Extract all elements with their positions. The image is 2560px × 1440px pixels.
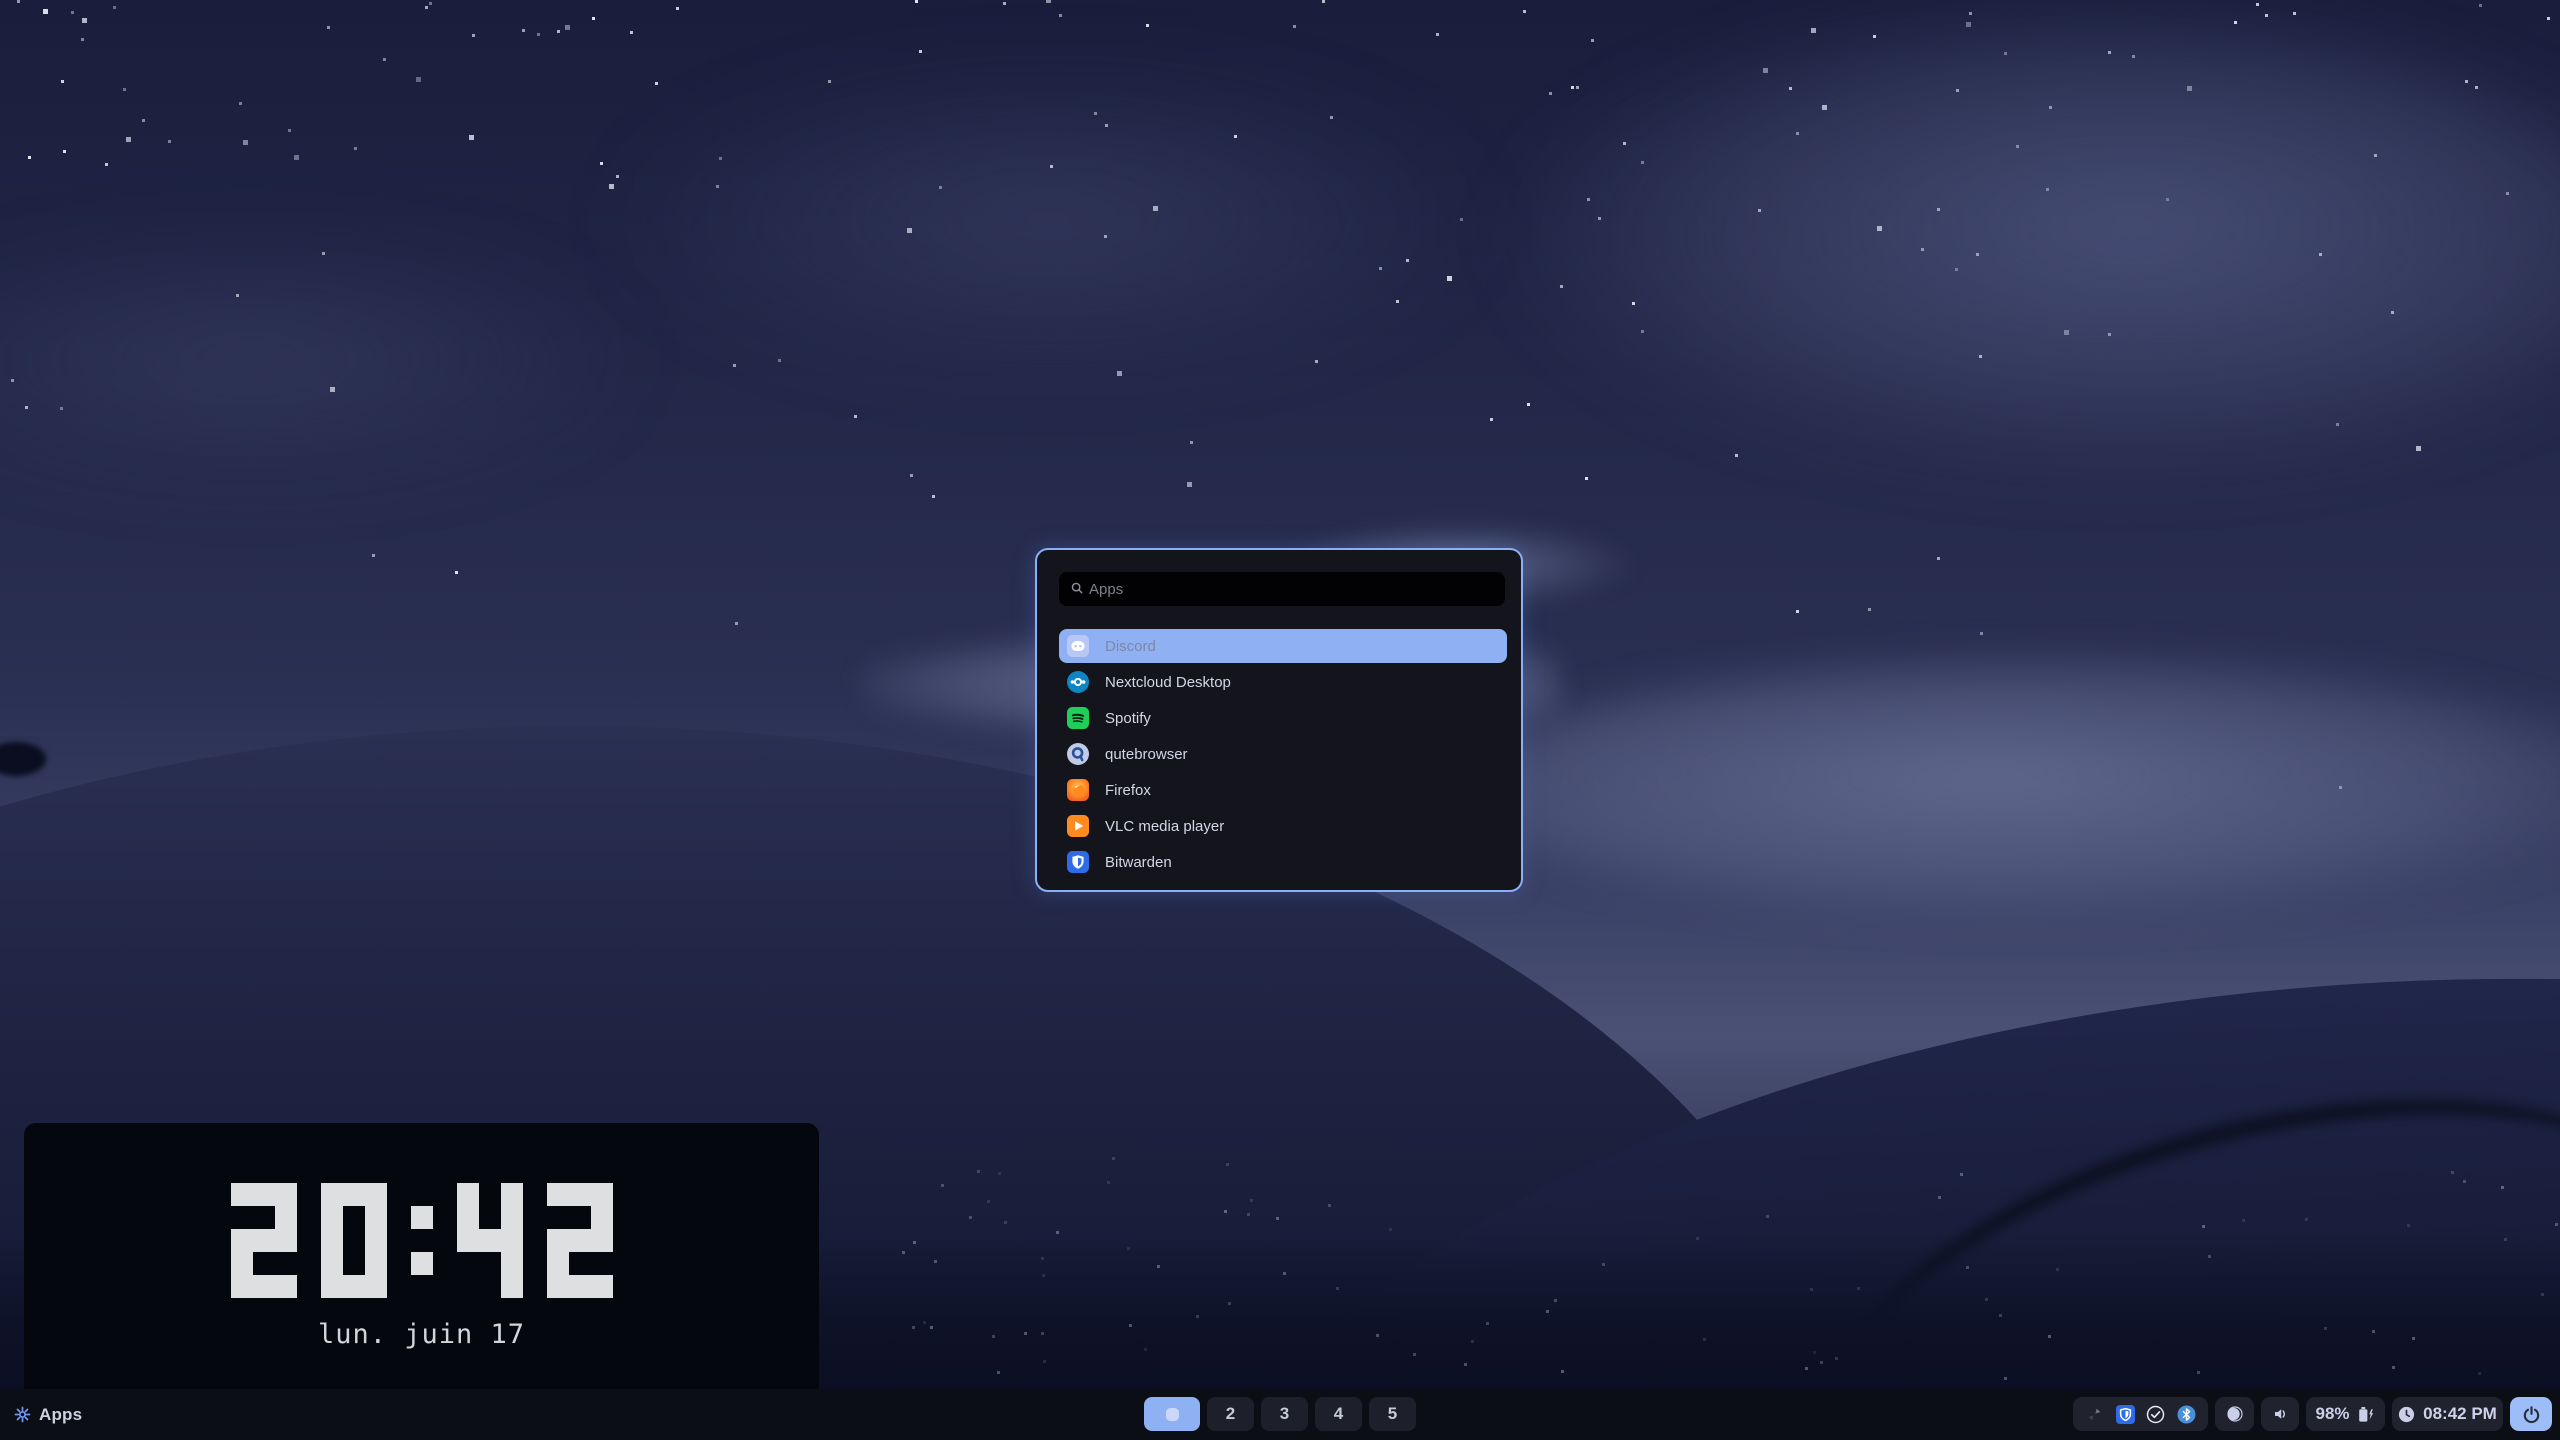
- launcher-item-spotify[interactable]: Spotify: [1059, 701, 1507, 735]
- app-label: qutebrowser: [1105, 746, 1188, 763]
- night-light-toggle[interactable]: [2215, 1397, 2254, 1431]
- sync-icon[interactable]: [2085, 1405, 2104, 1424]
- nextcloud-icon: [1067, 671, 1089, 693]
- apps-menu-button[interactable]: Apps: [14, 1389, 82, 1440]
- launcher-item-qutebrowser[interactable]: qutebrowser: [1059, 737, 1507, 771]
- workspace-label: 5: [1388, 1404, 1397, 1424]
- check-icon[interactable]: [2146, 1405, 2165, 1424]
- clock-time: [231, 1183, 613, 1298]
- app-label: Bitwarden: [1105, 854, 1172, 871]
- workspace-button-2[interactable]: 2: [1207, 1397, 1254, 1431]
- workspace-label: 2: [1226, 1404, 1235, 1424]
- app-list: Discord Nextcloud Desktop Spotify qutebrows…: [1059, 629, 1507, 881]
- app-label: Nextcloud Desktop: [1105, 674, 1231, 691]
- spotify-icon: [1067, 707, 1089, 729]
- search-input[interactable]: [1059, 572, 1505, 606]
- app-label: Firefox: [1105, 782, 1151, 799]
- workspace-label: 3: [1280, 1404, 1289, 1424]
- clock-digit: [457, 1183, 523, 1298]
- bitwarden-icon: [1067, 851, 1089, 873]
- clock-digit: [321, 1183, 387, 1298]
- workspace-active-indicator: [1166, 1408, 1179, 1421]
- workspace-button-4[interactable]: 4: [1315, 1397, 1362, 1431]
- workspace-button-5[interactable]: 5: [1369, 1397, 1416, 1431]
- launcher-item-firefox[interactable]: Firefox: [1059, 773, 1507, 807]
- bluetooth-icon[interactable]: [2177, 1405, 2196, 1424]
- clock-colon: [411, 1183, 433, 1298]
- bitwarden-tray-icon[interactable]: [2116, 1405, 2135, 1424]
- taskbar: Apps 2 3 4 5 98% 08:42 PM: [0, 1389, 2560, 1440]
- search-box[interactable]: [1059, 572, 1505, 606]
- discord-icon: [1067, 635, 1089, 657]
- taskbar-modules: 98% 08:42 PM: [2073, 1397, 2552, 1431]
- battery-percent: 98%: [2315, 1404, 2349, 1424]
- app-label: VLC media player: [1105, 818, 1224, 835]
- launcher-item-nextcloud-desktop[interactable]: Nextcloud Desktop: [1059, 665, 1507, 699]
- taskbar-time: 08:42 PM: [2423, 1404, 2497, 1424]
- battery-charging-icon: [2355, 1405, 2376, 1424]
- vlc-icon: [1067, 815, 1089, 837]
- desktop: Discord Nextcloud Desktop Spotify qutebrows…: [0, 0, 2560, 1440]
- clock-date: lun. juin 17: [318, 1319, 525, 1350]
- launcher-item-discord[interactable]: Discord: [1059, 629, 1507, 663]
- volume-icon: [2271, 1405, 2290, 1423]
- workspace-button-3[interactable]: 3: [1261, 1397, 1308, 1431]
- app-launcher: Discord Nextcloud Desktop Spotify qutebrows…: [1035, 548, 1523, 892]
- app-label: Discord: [1105, 638, 1156, 655]
- launcher-item-vlc-media-player[interactable]: VLC media player: [1059, 809, 1507, 843]
- moon-icon: [2225, 1405, 2244, 1423]
- volume-control[interactable]: [2261, 1397, 2299, 1431]
- clock-digit: [547, 1183, 613, 1298]
- power-icon: [2522, 1405, 2541, 1424]
- apps-menu-label: Apps: [39, 1405, 82, 1425]
- launcher-item-bitwarden[interactable]: Bitwarden: [1059, 845, 1507, 879]
- clock-module[interactable]: 08:42 PM: [2392, 1397, 2503, 1431]
- battery-indicator[interactable]: 98%: [2306, 1397, 2385, 1431]
- apps-menu-icon: [14, 1406, 31, 1423]
- workspace-switcher: 2 3 4 5: [1144, 1397, 1416, 1431]
- clock-widget: lun. juin 17: [24, 1123, 819, 1389]
- clock-digit: [231, 1183, 297, 1298]
- power-button[interactable]: [2510, 1397, 2552, 1431]
- workspace-button-1[interactable]: [1144, 1397, 1200, 1431]
- clock-icon: [2398, 1406, 2415, 1423]
- app-label: Spotify: [1105, 710, 1151, 727]
- meadow-speckles: [0, 0, 1, 1]
- qutebrowser-icon: [1067, 743, 1089, 765]
- system-tray: [2073, 1397, 2208, 1431]
- workspace-label: 4: [1334, 1404, 1343, 1424]
- firefox-icon: [1067, 779, 1089, 801]
